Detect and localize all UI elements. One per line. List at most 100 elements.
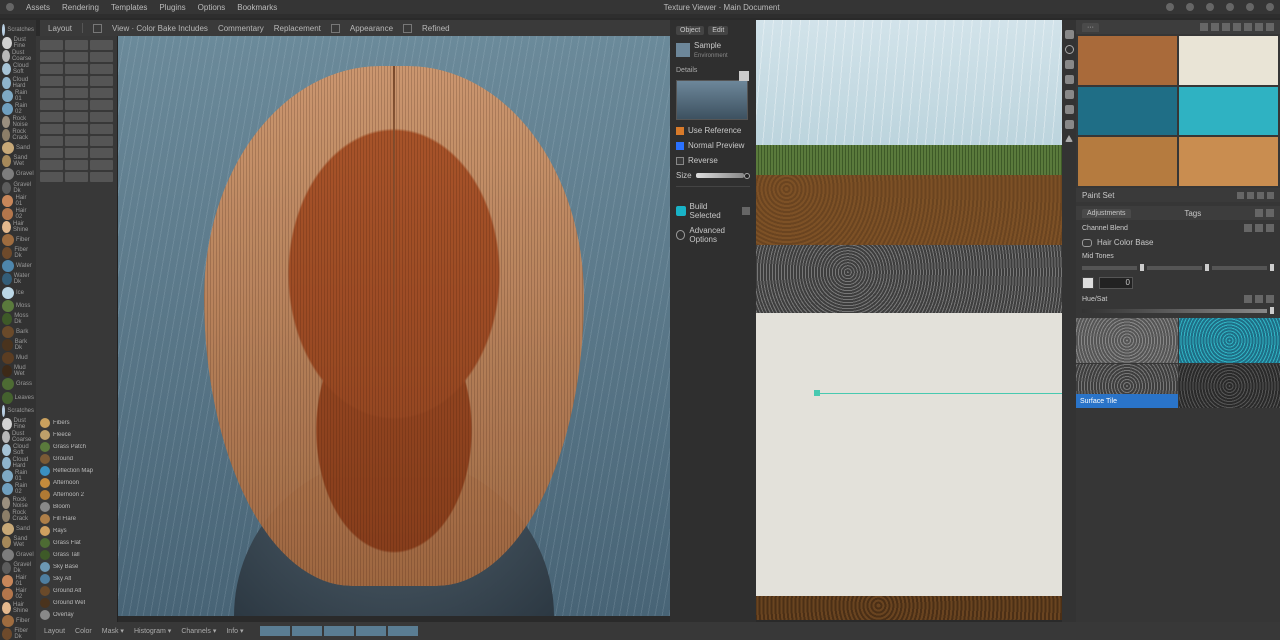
brush-item[interactable]: Hair 02: [2, 208, 34, 220]
value-box[interactable]: 0: [1099, 277, 1133, 289]
asset-row[interactable]: Fill Flare: [40, 514, 113, 524]
tool-icon[interactable]: [1065, 45, 1074, 54]
ctrl-icon[interactable]: [1244, 224, 1252, 232]
chevron-down-icon[interactable]: [1065, 135, 1073, 142]
asset-cell[interactable]: [65, 88, 88, 98]
asset-cell[interactable]: [65, 124, 88, 134]
color-swatch[interactable]: [1078, 87, 1177, 136]
slider-track[interactable]: [696, 173, 744, 178]
asset-row[interactable]: Ground Wet: [40, 598, 113, 608]
opts-icon[interactable]: [1237, 192, 1244, 199]
sys-icon[interactable]: [1266, 3, 1274, 11]
menu-icon[interactable]: [1255, 23, 1263, 31]
slider-track[interactable]: [1212, 266, 1267, 270]
tone-slider[interactable]: [1082, 264, 1274, 271]
prop-row[interactable]: Normal Preview: [676, 141, 750, 150]
asset-cell[interactable]: [65, 148, 88, 158]
asset-cell[interactable]: [90, 52, 113, 62]
asset-row[interactable]: Sky Base: [40, 562, 113, 572]
tool-icon[interactable]: [1065, 75, 1074, 84]
tab-tags[interactable]: Tags: [1184, 209, 1201, 218]
asset-cell[interactable]: [40, 148, 63, 158]
brush-item[interactable]: Gravel: [2, 549, 34, 561]
status-item[interactable]: Layout: [44, 628, 65, 635]
asset-row[interactable]: Bloom: [40, 502, 113, 512]
asset-row[interactable]: Reflection Map: [40, 466, 113, 476]
opts-icon[interactable]: [1247, 192, 1254, 199]
opt-item[interactable]: Refined: [422, 24, 450, 33]
tab-adjustments[interactable]: Adjustments: [1082, 209, 1131, 218]
asset-row[interactable]: Rays: [40, 526, 113, 536]
ctrl-icon[interactable]: [1266, 295, 1274, 303]
asset-row[interactable]: Ground Alt: [40, 586, 113, 596]
tool-icon[interactable]: [1065, 105, 1074, 114]
asset-cell[interactable]: [65, 40, 88, 50]
sys-icon[interactable]: [1186, 3, 1194, 11]
asset-row[interactable]: Afternoon: [40, 478, 113, 488]
layer-row[interactable]: Hair Color Base: [1082, 236, 1274, 249]
asset-row[interactable]: Overlay: [40, 610, 113, 620]
brush-item[interactable]: Sand Wet: [2, 155, 34, 167]
menu-item[interactable]: Bookmarks: [237, 3, 277, 12]
brush-item[interactable]: Rock Noise: [2, 497, 34, 509]
brush-item[interactable]: Bark: [2, 326, 34, 338]
brush-item[interactable]: Gravel: [2, 168, 34, 180]
status-thumb[interactable]: [324, 626, 354, 636]
ctrl-icon[interactable]: [1255, 224, 1263, 232]
slider-mark[interactable]: [1270, 307, 1274, 314]
ctrl-icon[interactable]: [1266, 224, 1274, 232]
asset-cell[interactable]: [90, 88, 113, 98]
edit-icon[interactable]: [739, 71, 749, 81]
asset-cell[interactable]: [65, 100, 88, 110]
brush-item[interactable]: Hair 01: [2, 575, 34, 587]
ctrl-icon[interactable]: [1255, 295, 1263, 303]
tab-edit[interactable]: Edit: [708, 26, 728, 35]
asset-cell[interactable]: [40, 136, 63, 146]
texture-tile[interactable]: [1179, 364, 1280, 409]
brush-item[interactable]: Hair Shine: [2, 221, 34, 233]
guide-handle[interactable]: [814, 390, 820, 396]
opt-item[interactable]: Commentary: [218, 24, 264, 33]
slider-knob[interactable]: [744, 173, 750, 179]
status-item[interactable]: Mask ▾: [102, 627, 124, 635]
main-canvas[interactable]: [118, 36, 670, 616]
asset-row[interactable]: Ground: [40, 454, 113, 464]
asset-cell[interactable]: [90, 136, 113, 146]
brush-item[interactable]: Rain 01: [2, 470, 34, 482]
brush-item[interactable]: Dust Coarse: [2, 50, 34, 62]
brush-item[interactable]: Rock Noise: [2, 116, 34, 128]
brush-item[interactable]: Fiber Dk: [2, 247, 34, 259]
visibility-icon[interactable]: [1082, 239, 1092, 247]
color-swatch[interactable]: [1179, 36, 1278, 85]
brush-item[interactable]: Moss: [2, 300, 34, 312]
brush-item[interactable]: Bark Dk: [2, 339, 34, 351]
environment-thumb[interactable]: [676, 80, 748, 120]
menu-item[interactable]: Options: [198, 3, 226, 12]
brush-item[interactable]: Water Dk: [2, 273, 34, 285]
opts-icon[interactable]: [1266, 209, 1274, 217]
slider-mark[interactable]: [1270, 264, 1274, 271]
asset-cell[interactable]: [40, 124, 63, 134]
opt-item[interactable]: Appearance: [350, 24, 393, 33]
brush-item[interactable]: Ice: [2, 287, 34, 299]
asset-cell[interactable]: [65, 136, 88, 146]
tool-icon[interactable]: [1065, 30, 1074, 39]
brush-item[interactable]: Dust Fine: [2, 37, 34, 49]
opt-item[interactable]: View · Color Bake Includes: [112, 24, 208, 33]
brush-item[interactable]: Mud Wet: [2, 365, 34, 377]
color-swatch[interactable]: [1179, 87, 1278, 136]
menu-item[interactable]: Templates: [111, 3, 147, 12]
brush-item[interactable]: Scratches: [2, 405, 34, 417]
menu-item[interactable]: Assets: [26, 3, 50, 12]
asset-cell[interactable]: [40, 52, 63, 62]
slider-mark[interactable]: [1205, 264, 1209, 271]
brush-item[interactable]: Water: [2, 260, 34, 272]
status-thumb[interactable]: [388, 626, 418, 636]
asset-cell[interactable]: [90, 100, 113, 110]
action-row[interactable]: Build Selected: [676, 202, 750, 220]
texture-tile[interactable]: [1179, 318, 1280, 363]
prop-row[interactable]: Use Reference: [676, 126, 750, 135]
hue-slider[interactable]: [1082, 307, 1274, 314]
status-thumb[interactable]: [260, 626, 290, 636]
texture-tile[interactable]: Surface Tile: [1076, 364, 1178, 409]
